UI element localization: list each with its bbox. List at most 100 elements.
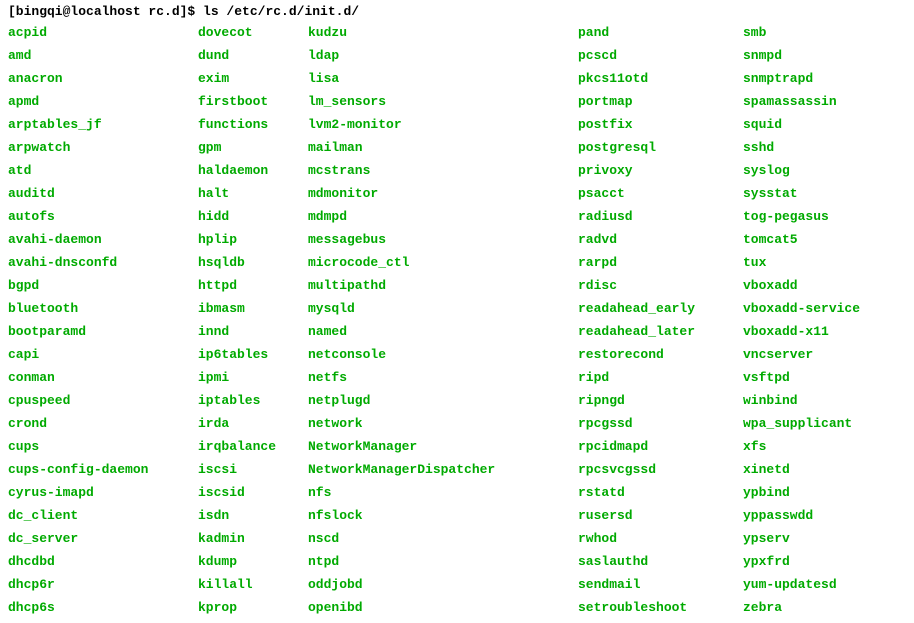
file-entry: ripngd [578, 389, 743, 412]
file-entry: amd [8, 44, 198, 67]
file-entry: ypxfrd [743, 550, 860, 573]
file-entry: avahi-dnsconfd [8, 251, 198, 274]
file-entry: cups [8, 435, 198, 458]
file-entry: mdmpd [308, 205, 578, 228]
file-entry: iscsid [198, 481, 308, 504]
file-entry: microcode_ctl [308, 251, 578, 274]
file-entry: squid [743, 113, 860, 136]
file-entry: ibmasm [198, 297, 308, 320]
file-entry: psacct [578, 182, 743, 205]
file-entry: spamassassin [743, 90, 860, 113]
file-entry: apmd [8, 90, 198, 113]
file-entry: tux [743, 251, 860, 274]
file-entry: avahi-daemon [8, 228, 198, 251]
file-entry: ipmi [198, 366, 308, 389]
file-entry: dund [198, 44, 308, 67]
file-entry: pand [578, 21, 743, 44]
file-entry: rpcsvcgssd [578, 458, 743, 481]
file-entry: mdmonitor [308, 182, 578, 205]
file-entry: wpa_supplicant [743, 412, 860, 435]
file-entry: multipathd [308, 274, 578, 297]
output-column-5: smbsnmpdsnmptrapdspamassassinsquidsshdsy… [743, 21, 860, 619]
file-entry: postgresql [578, 136, 743, 159]
file-entry: readahead_later [578, 320, 743, 343]
file-entry: vsftpd [743, 366, 860, 389]
file-entry: yppasswdd [743, 504, 860, 527]
file-entry: kudzu [308, 21, 578, 44]
file-entry: exim [198, 67, 308, 90]
file-entry: tog-pegasus [743, 205, 860, 228]
file-entry: privoxy [578, 159, 743, 182]
file-entry: innd [198, 320, 308, 343]
file-entry: mcstrans [308, 159, 578, 182]
file-entry: network [308, 412, 578, 435]
file-entry: rpcidmapd [578, 435, 743, 458]
file-entry: NetworkManagerDispatcher [308, 458, 578, 481]
file-entry: vboxadd-x11 [743, 320, 860, 343]
file-entry: pcscd [578, 44, 743, 67]
file-entry: radvd [578, 228, 743, 251]
file-entry: hidd [198, 205, 308, 228]
file-entry: vboxadd [743, 274, 860, 297]
file-entry: ip6tables [198, 343, 308, 366]
file-entry: nfslock [308, 504, 578, 527]
file-entry: halt [198, 182, 308, 205]
file-entry: rdisc [578, 274, 743, 297]
file-entry: haldaemon [198, 159, 308, 182]
file-entry: NetworkManager [308, 435, 578, 458]
file-entry: winbind [743, 389, 860, 412]
file-entry: sendmail [578, 573, 743, 596]
file-entry: iptables [198, 389, 308, 412]
file-entry: ldap [308, 44, 578, 67]
file-entry: ntpd [308, 550, 578, 573]
file-entry: syslog [743, 159, 860, 182]
file-entry: conman [8, 366, 198, 389]
ls-output: acpidamdanacronapmdarptables_jfarpwatcha… [8, 21, 906, 619]
file-entry: netplugd [308, 389, 578, 412]
file-entry: irqbalance [198, 435, 308, 458]
file-entry: vncserver [743, 343, 860, 366]
file-entry: acpid [8, 21, 198, 44]
file-entry: radiusd [578, 205, 743, 228]
file-entry: cpuspeed [8, 389, 198, 412]
file-entry: xinetd [743, 458, 860, 481]
file-entry: lm_sensors [308, 90, 578, 113]
file-entry: dovecot [198, 21, 308, 44]
file-entry: rusersd [578, 504, 743, 527]
file-entry: readahead_early [578, 297, 743, 320]
output-column-3: kudzuldaplisalm_sensorslvm2-monitormailm… [308, 21, 578, 619]
file-entry: pkcs11otd [578, 67, 743, 90]
file-entry: httpd [198, 274, 308, 297]
file-entry: lvm2-monitor [308, 113, 578, 136]
file-entry: rarpd [578, 251, 743, 274]
output-column-1: acpidamdanacronapmdarptables_jfarpwatcha… [8, 21, 198, 619]
file-entry: firstboot [198, 90, 308, 113]
file-entry: named [308, 320, 578, 343]
file-entry: dhcp6r [8, 573, 198, 596]
file-entry: xfs [743, 435, 860, 458]
file-entry: dhcdbd [8, 550, 198, 573]
file-entry: openibd [308, 596, 578, 619]
file-entry: iscsi [198, 458, 308, 481]
shell-prompt: [bingqi@localhost rc.d]$ ls /etc/rc.d/in… [8, 4, 906, 19]
file-entry: netconsole [308, 343, 578, 366]
file-entry: cyrus-imapd [8, 481, 198, 504]
file-entry: kdump [198, 550, 308, 573]
file-entry: postfix [578, 113, 743, 136]
file-entry: rpcgssd [578, 412, 743, 435]
file-entry: bootparamd [8, 320, 198, 343]
file-entry: mysqld [308, 297, 578, 320]
file-entry: vboxadd-service [743, 297, 860, 320]
file-entry: cups-config-daemon [8, 458, 198, 481]
file-entry: yum-updatesd [743, 573, 860, 596]
file-entry: rstatd [578, 481, 743, 504]
file-entry: portmap [578, 90, 743, 113]
file-entry: arpwatch [8, 136, 198, 159]
file-entry: smb [743, 21, 860, 44]
file-entry: anacron [8, 67, 198, 90]
file-entry: lisa [308, 67, 578, 90]
file-entry: ripd [578, 366, 743, 389]
file-entry: autofs [8, 205, 198, 228]
file-entry: setroubleshoot [578, 596, 743, 619]
file-entry: atd [8, 159, 198, 182]
